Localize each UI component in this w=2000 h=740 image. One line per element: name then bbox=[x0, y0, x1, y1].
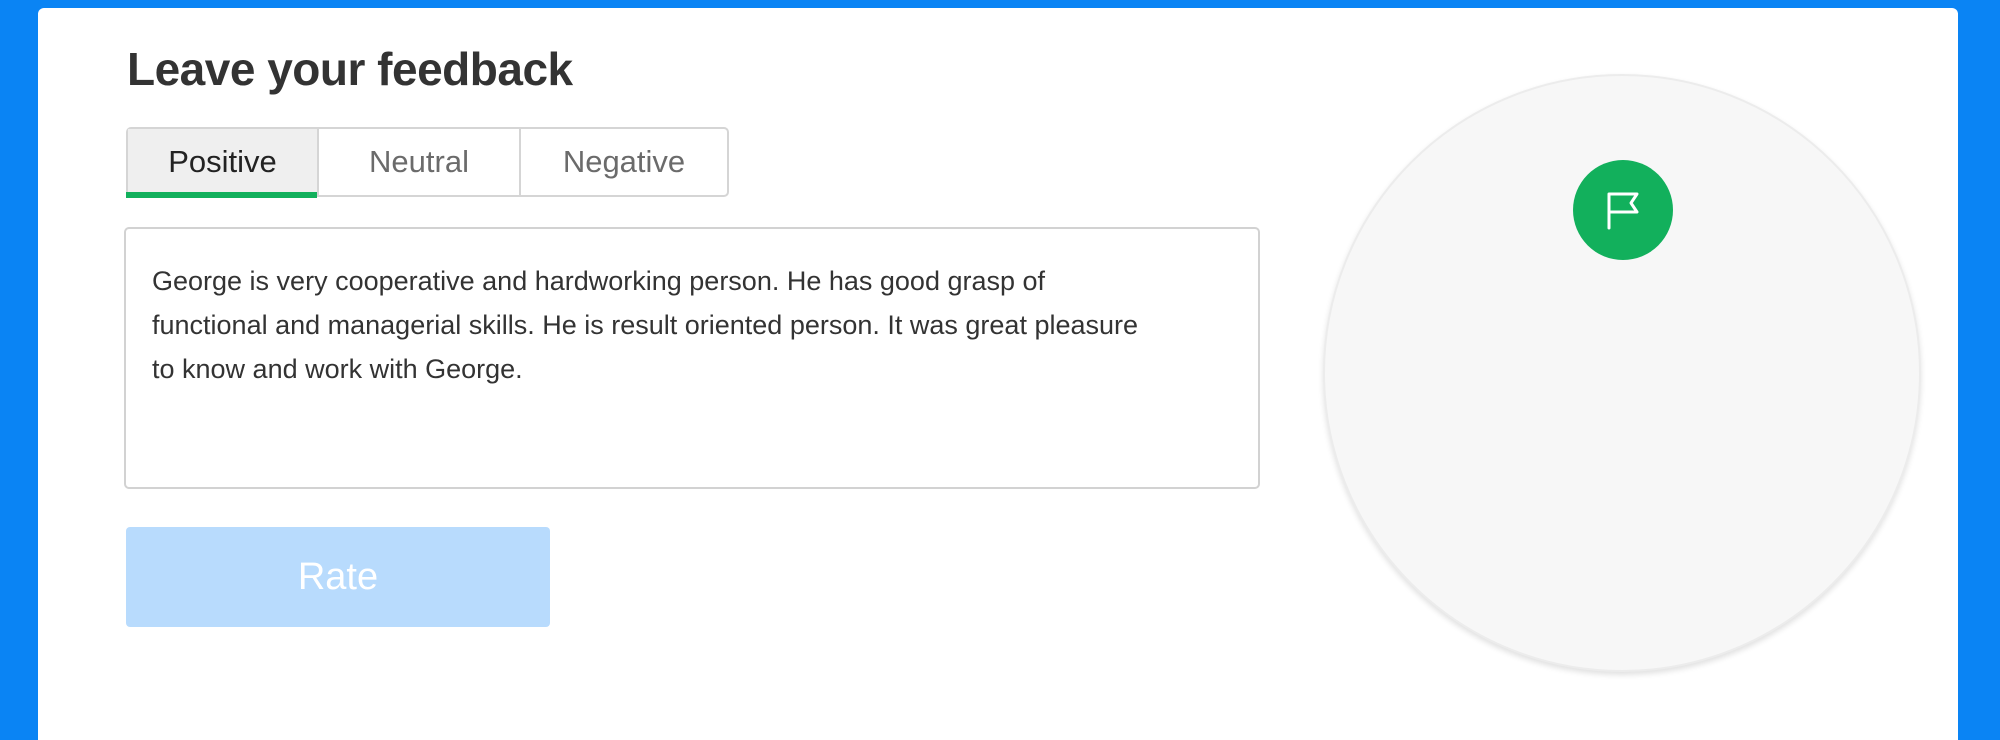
tab-positive[interactable]: Positive bbox=[126, 129, 317, 198]
feedback-type-tabs: Positive Neutral Negative bbox=[126, 127, 729, 198]
flag-icon bbox=[1607, 192, 1639, 230]
tab-negative[interactable]: Negative bbox=[519, 129, 727, 195]
page-title: Leave your feedback bbox=[127, 43, 573, 95]
feedback-preview-circle bbox=[1323, 74, 1921, 672]
feedback-card: Leave your feedback Positive Neutral Neg… bbox=[38, 8, 1958, 740]
rate-button[interactable]: Rate bbox=[126, 527, 550, 627]
feedback-textarea[interactable]: George is very cooperative and hardworki… bbox=[124, 227, 1260, 489]
tab-neutral[interactable]: Neutral bbox=[317, 129, 519, 195]
flag-badge bbox=[1573, 160, 1673, 260]
